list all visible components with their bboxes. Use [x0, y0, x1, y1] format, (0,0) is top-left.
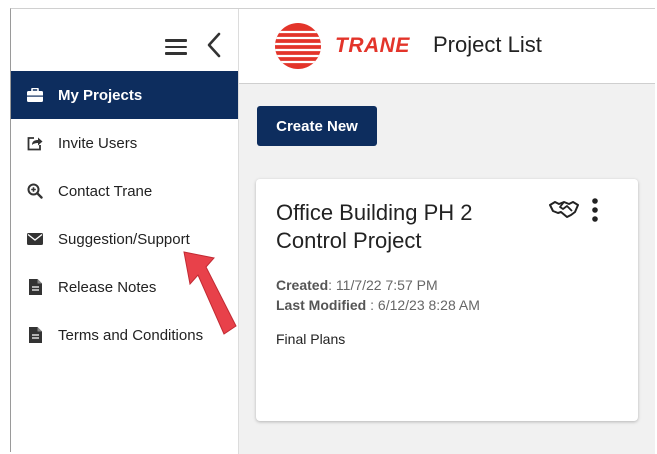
sidebar-item-suggestion-support[interactable]: Suggestion/Support — [11, 215, 238, 263]
document-icon — [26, 278, 44, 296]
sidebar-top — [11, 9, 238, 71]
project-title[interactable]: Office Building PH 2 Control Project — [276, 199, 526, 255]
project-meta: Created: 11/7/22 7:57 PM Last Modified :… — [276, 275, 480, 315]
create-new-button[interactable]: Create New — [257, 106, 377, 146]
sidebar-item-label: Invite Users — [58, 134, 138, 152]
handshake-icon[interactable] — [549, 199, 579, 219]
briefcase-icon — [26, 86, 44, 104]
sidebar-item-release-notes[interactable]: Release Notes — [11, 263, 238, 311]
sidebar-item-label: My Projects — [58, 86, 143, 104]
modified-row: Last Modified : 6/12/23 8:28 AM — [276, 295, 480, 315]
project-card[interactable]: Office Building PH 2 Control Project Cre… — [256, 179, 638, 421]
more-options-icon[interactable] — [589, 197, 601, 223]
sidebar-item-invite-users[interactable]: Invite Users — [11, 119, 238, 167]
zoom-icon — [26, 182, 44, 200]
created-row: Created: 11/7/22 7:57 PM — [276, 275, 480, 295]
chevron-left-icon[interactable] — [205, 31, 223, 59]
created-value: : 11/7/22 7:57 PM — [328, 277, 438, 293]
sidebar-item-label: Release Notes — [58, 278, 157, 296]
share-icon — [26, 134, 44, 152]
sidebar-item-label: Contact Trane — [58, 182, 153, 200]
sidebar-item-contact-trane[interactable]: Contact Trane — [11, 167, 238, 215]
sidebar-item-terms-and-conditions[interactable]: Terms and Conditions — [11, 311, 238, 359]
page-title: Project List — [433, 32, 542, 57]
document-icon — [26, 326, 44, 344]
app-header: TRANE Project List — [239, 9, 655, 84]
brand-name: TRANE — [335, 34, 410, 57]
sidebar-item-my-projects[interactable]: My Projects — [11, 71, 238, 119]
hamburger-icon[interactable] — [165, 39, 187, 55]
trane-logo-icon — [275, 23, 321, 69]
modified-label: Last Modified — [276, 297, 367, 313]
main-content: Create New Office Building PH 2 Control … — [239, 84, 655, 454]
created-label: Created — [276, 277, 329, 293]
modified-value: : 6/12/23 8:28 AM — [366, 297, 480, 313]
envelope-icon — [26, 230, 44, 248]
sidebar-item-label: Suggestion/Support — [58, 230, 190, 248]
sidebar: My Projects Invite Users Contact Trane S… — [11, 9, 239, 454]
sidebar-item-label: Terms and Conditions — [58, 326, 204, 344]
project-note: Final Plans — [276, 331, 346, 347]
